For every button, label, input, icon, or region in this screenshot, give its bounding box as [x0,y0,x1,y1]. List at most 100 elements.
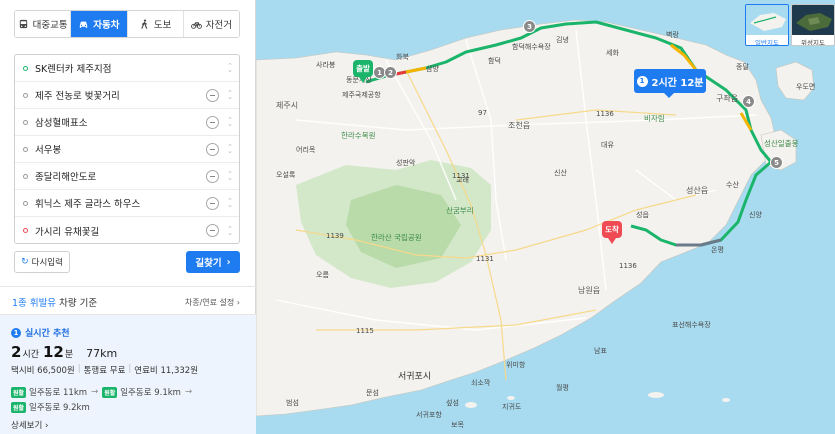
car-icon [80,21,88,28]
reset-button[interactable]: ↻ 다시입력 [14,251,70,273]
travel-time: 2 시간 12 분 77km [11,343,256,361]
remove-waypoint-icon[interactable] [206,169,219,183]
detail-link[interactable]: 상세보기 › [11,419,256,431]
remove-waypoint-icon[interactable] [206,115,219,129]
remove-waypoint-icon[interactable] [206,224,219,237]
map-view[interactable]: 조천읍 성산읍 남원읍 서귀포시 구좌읍 한라산 국립공원 제주국제공항 함덕해… [256,0,835,434]
place-label: 우도면 [796,83,816,91]
place-label: 성판악 [396,159,416,167]
remove-waypoint-icon[interactable] [206,88,219,102]
drag-handle-icon[interactable]: ⌃ ⌄ [227,171,233,182]
place-label: 어리목 [296,146,316,154]
road-number: 1139 [326,232,344,240]
waypoint-label[interactable]: 종달리해안도로 [35,169,206,183]
map-type-satellite[interactable]: 위성지도 [791,4,835,46]
waypoint-label[interactable]: 가시리 유채꽃길 [35,224,206,238]
separator: | [128,364,132,374]
waypoint-marker-5[interactable]: 5 [770,156,783,169]
tab-transit[interactable]: 대중교통 [15,11,72,37]
via-dot-icon [23,200,28,206]
via-dot-icon [23,92,28,98]
remove-waypoint-icon[interactable] [206,196,219,210]
place-label: 오름 [316,271,329,279]
waypoint-label[interactable]: SK렌터카 제주지점 [35,61,227,75]
vehicle-settings-link[interactable]: 차종/연료 설정 › [185,297,240,308]
tab-bicycle[interactable]: 자전거 [183,11,239,37]
tab-car[interactable]: 자동차 [71,11,128,37]
waypoint-via-1[interactable]: 제주 전농로 벚꽃거리 ⌃ ⌄ [15,82,239,109]
vehicle-fuel: 휘발유 [29,298,57,309]
waypoint-via-5[interactable]: 휘닉스 제주 글라스 하우스 ⌃ ⌄ [15,190,239,217]
drag-handle-icon[interactable]: ⌃ ⌄ [227,144,233,155]
walk-icon [141,19,148,29]
tab-walk[interactable]: 도보 [127,11,184,37]
waypoint-start[interactable]: SK렌터카 제주지점 ⌃ ⌄ [15,55,239,82]
waypoint-via-2[interactable]: 삼성혈매표소 ⌃ ⌄ [15,109,239,136]
place-label: 김녕 [556,36,569,44]
place-label: 산굼부리 [446,206,474,215]
arrow-right-icon: → [184,387,193,397]
vehicle-basis: 차량 기준 [59,298,98,309]
waypoint-marker-2[interactable]: 2 [384,66,397,79]
place-label: 범섬 [286,399,299,407]
vehicle-type: 1종 휘발유 차량 기준 [12,295,97,309]
road-number: 1136 [596,110,614,118]
start-pin-label: 출발 [353,60,373,77]
place-label: 제주국제공항 [342,91,381,99]
drag-handle-icon[interactable]: ⌃ ⌄ [227,117,233,128]
drag-handle-icon[interactable]: ⌃ ⌄ [227,198,233,209]
drag-handle-icon[interactable]: ⌃ ⌄ [227,225,233,236]
waypoint-label[interactable]: 삼성혈매표소 [35,115,206,129]
detail-label: 상세보기 [11,421,43,431]
waypoint-via-3[interactable]: 서우봉 ⌃ ⌄ [15,136,239,163]
normal-map-thumbnail [746,5,788,35]
end-pin-label: 도착 [602,221,622,238]
place-label: 신산 [554,169,567,177]
start-pin[interactable]: 출발 [353,60,373,84]
road-summary: 원활 일주동로 11km → 원활 일주동로 9.1km → 원활 일주동로 9… [11,386,256,413]
place-label: 남원읍 [578,286,601,295]
recommendation-label: 실시간 추천 [25,329,70,339]
route-time-tooltip[interactable]: 1 2시간 12분 [634,69,706,98]
start-dot-icon [23,65,28,71]
place-label: 종달 [736,63,749,71]
map-type-label: 위성지도 [801,39,825,46]
road-segment: 일주동로 9.1km [120,388,181,398]
place-label: 한라산 국립공원 [371,233,422,242]
remove-waypoint-icon[interactable] [206,142,219,156]
satellite-map-thumbnail [792,5,834,35]
map-type-normal[interactable]: 일반지도 [745,4,789,46]
route-time-text: 2시간 12분 [651,77,704,89]
travel-hours: 2 [11,343,22,361]
place-label: 성읍 [636,211,649,219]
refresh-icon: ↻ [21,257,29,267]
waypoint-via-4[interactable]: 종달리해안도로 ⌃ ⌄ [15,163,239,190]
place-label: 함덕 [488,57,501,65]
drag-handle-icon[interactable]: ⌃ ⌄ [227,63,233,74]
waypoint-end[interactable]: 가시리 유채꽃길 ⌃ ⌄ [15,217,239,244]
place-label: 서귀포시 [398,372,432,382]
place-label: 표선해수욕장 [672,321,711,329]
fare-row: 택시비 66,500원 | 통행료 무료 | 연료비 11,332원 [11,364,256,376]
place-label: 성산일출봉 [764,139,799,148]
drag-handle-icon[interactable]: ⌃ ⌄ [227,90,233,101]
place-label: 화북 [396,53,409,61]
place-label: 조천읍 [508,121,531,130]
place-label: 사라봉 [316,61,336,69]
place-label: 세화 [606,49,619,57]
route-result-card[interactable]: 1 실시간 추천 2 시간 12 분 77km 택시비 66,500원 | 통행… [0,315,256,434]
vehicle-settings-label: 차종/연료 설정 [184,297,235,307]
end-pin[interactable]: 도착 [602,221,622,245]
waypoint-label[interactable]: 서우봉 [35,142,206,156]
taxi-fare: 택시비 66,500원 [11,366,75,376]
waypoint-marker-3[interactable]: 3 [523,20,536,33]
waypoint-label[interactable]: 제주 전농로 벚꽃거리 [35,88,206,102]
waypoint-label[interactable]: 휘닉스 제주 글라스 하우스 [35,196,206,210]
waypoint-marker-4[interactable]: 4 [742,95,755,108]
place-label: 지귀도 [502,403,522,411]
find-route-button[interactable]: 길찾기 › [186,251,240,273]
separator: | [77,364,81,374]
app: 대중교통 자동차 도보 자전거 SK렌터카 제주지점 ⌃ ⌄ 제주 전농로 벚꽃… [0,0,835,434]
bus-icon [19,19,27,28]
mode-tabs: 대중교통 자동차 도보 자전거 [14,10,240,38]
